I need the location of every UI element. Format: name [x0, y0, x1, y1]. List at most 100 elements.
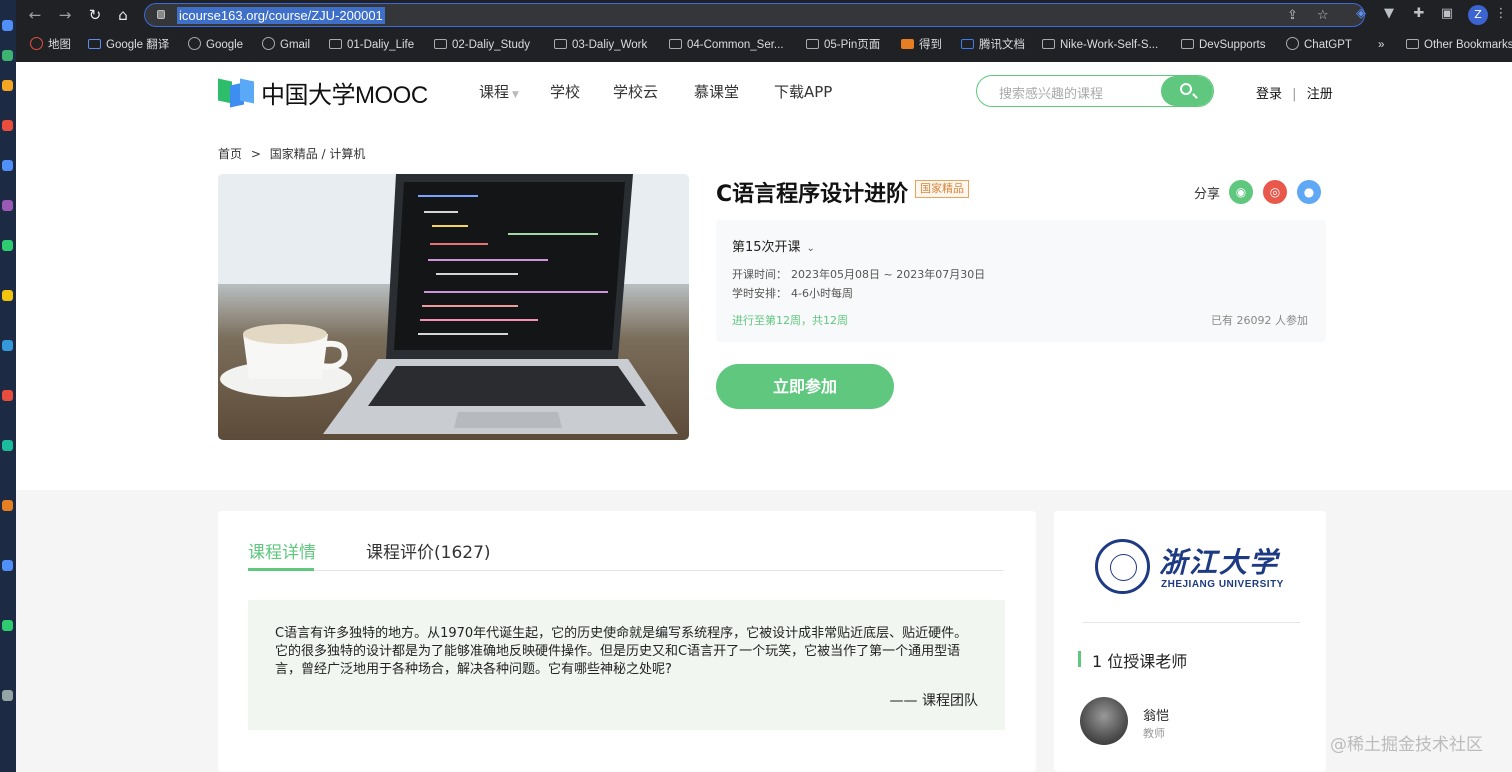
chatgpt-icon	[1286, 37, 1299, 50]
address-bar[interactable]: icourse163.org/course/ZJU-200001 ⇪ ☆	[144, 3, 1365, 27]
bookmark-folder[interactable]: Nike-Work-Self-S...	[1042, 36, 1158, 54]
participant-count: 已有 26092 人参加	[1211, 314, 1308, 327]
folder-icon	[1042, 39, 1055, 49]
bookmark-folder[interactable]: 03-Daliy_Work	[554, 36, 647, 54]
url-text[interactable]: icourse163.org/course/ZJU-200001	[177, 7, 385, 24]
bookmark-item[interactable]: Gmail	[262, 36, 310, 54]
tab-divider	[248, 570, 1004, 571]
bookmark-item[interactable]: 得到	[901, 36, 942, 54]
breadcrumb-path[interactable]: 国家精品 / 计算机	[270, 147, 366, 161]
description-text: C语言有许多独特的地方。从1970年代诞生起，它的历史使命就是编写系统程序，它被…	[275, 626, 968, 677]
folder-icon	[434, 39, 447, 49]
bookmark-folder[interactable]: 04-Common_Ser...	[669, 36, 784, 54]
nav-courses[interactable]: 课程 ▼	[479, 81, 519, 102]
forward-icon[interactable]: →	[54, 4, 76, 26]
search-icon	[1180, 83, 1192, 95]
bookmarks-bar: 地图 Google 翻译 Google Gmail 01-Daliy_Life …	[16, 32, 1512, 58]
tencent-docs-icon	[961, 39, 974, 49]
extensions-puzzle-icon[interactable]: ✚	[1410, 6, 1428, 21]
menu-icon[interactable]: ⋮	[1492, 6, 1510, 21]
bookmark-item[interactable]: 腾讯文档	[961, 36, 1025, 54]
section-marker	[1078, 651, 1081, 667]
auth-links: 登录 | 注册	[1256, 87, 1333, 102]
browser-toolbar: ← → ↻ ⌂ icourse163.org/course/ZJU-200001…	[16, 0, 1512, 30]
login-link[interactable]: 登录	[1256, 87, 1282, 102]
breadcrumb: 首页 > 国家精品 / 计算机	[218, 147, 366, 161]
qq-icon[interactable]: ●	[1297, 180, 1321, 204]
chevron-down-icon: ⌄	[806, 243, 815, 254]
bookmark-item[interactable]: ChatGPT	[1286, 36, 1352, 54]
teachers-heading: 1 位授课老师	[1092, 652, 1188, 671]
side-panel-icon[interactable]: ▣	[1438, 6, 1456, 21]
wechat-icon[interactable]: ◉	[1229, 180, 1253, 204]
teacher-avatar[interactable]	[1080, 697, 1128, 745]
share-page-icon[interactable]: ⇪	[1287, 8, 1298, 23]
browser-chrome: ← → ↻ ⌂ icourse163.org/course/ZJU-200001…	[16, 0, 1512, 62]
nav-download-app[interactable]: 下载APP	[774, 81, 832, 102]
folder-icon	[554, 39, 567, 49]
bookmark-folder[interactable]: 02-Daliy_Study	[434, 36, 530, 54]
extension-v-icon[interactable]: ▼	[1380, 6, 1398, 21]
profile-avatar[interactable]: Z	[1468, 5, 1488, 25]
school-name-en: ZHEJIANG UNIVERSITY	[1161, 579, 1284, 590]
zju-emblem-icon[interactable]	[1095, 539, 1150, 594]
course-title: C语言程序设计进阶	[716, 182, 909, 207]
bookmark-star-icon[interactable]: ☆	[1317, 8, 1329, 23]
bookmarks-overflow[interactable]: »	[1378, 36, 1384, 54]
mooc-logo-icon	[218, 78, 255, 108]
share-label: 分享	[1194, 187, 1221, 202]
term-selector[interactable]: 第15次开课 ⌄	[732, 236, 815, 255]
search-box[interactable]: 搜索感兴趣的课程	[976, 75, 1214, 107]
extension-layers-icon[interactable]: ◈	[1352, 6, 1370, 21]
logo-text: 中国大学MOOC	[261, 81, 428, 109]
folder-icon	[806, 39, 819, 49]
tab-course-reviews[interactable]: 课程评价(1627)	[366, 538, 491, 563]
register-link[interactable]: 注册	[1307, 87, 1333, 102]
nav-schools[interactable]: 学校	[550, 81, 580, 102]
course-dates: 开课时间： 2023年05月08日 ~ 2023年07月30日	[732, 268, 986, 281]
bookmark-item[interactable]: Google	[188, 36, 243, 54]
chevron-down-icon: ▼	[512, 90, 519, 100]
bookmark-item[interactable]: 地图	[30, 36, 71, 54]
bookmark-folder[interactable]: 05-Pin页面	[806, 36, 880, 54]
teacher-name[interactable]: 翁恺	[1143, 705, 1169, 724]
join-course-button[interactable]: 立即参加	[716, 364, 894, 409]
national-quality-badge: 国家精品	[915, 180, 969, 198]
bookmark-folder[interactable]: DevSupports	[1181, 36, 1265, 54]
divider	[1082, 622, 1300, 623]
course-progress: 进行至第12周，共12周	[732, 314, 848, 327]
course-description: C语言有许多独特的地方。从1970年代诞生起，它的历史使命就是编写系统程序，它被…	[248, 600, 1005, 730]
school-card: 浙江大学 ZHEJIANG UNIVERSITY 1 位授课老师 翁恺 教师	[1054, 511, 1326, 772]
nav-mooc-classroom[interactable]: 慕课堂	[694, 81, 739, 102]
description-signature: —— 课程团队	[889, 693, 978, 709]
folder-icon	[1181, 39, 1194, 49]
active-tab-indicator	[248, 568, 314, 571]
teacher-role: 教师	[1143, 727, 1165, 740]
weibo-icon[interactable]: ◎	[1263, 180, 1287, 204]
home-icon[interactable]: ⌂	[112, 4, 134, 26]
reload-icon[interactable]: ↻	[84, 4, 106, 26]
lock-icon	[157, 10, 165, 19]
other-bookmarks[interactable]: Other Bookmarks	[1406, 36, 1512, 54]
map-pin-icon	[30, 37, 43, 50]
page-content: 中国大学MOOC 课程 ▼ 学校 学校云 慕课堂 下载APP 搜索感兴趣的课程 登…	[16, 62, 1512, 772]
back-icon[interactable]: ←	[24, 4, 46, 26]
dedao-icon	[901, 39, 914, 49]
bookmark-item[interactable]: Google 翻译	[88, 36, 169, 54]
search-input[interactable]: 搜索感兴趣的课程	[999, 83, 1103, 102]
dock-strip	[0, 0, 16, 772]
watermark: @稀土掘金技术社区	[1330, 735, 1483, 755]
tab-course-details[interactable]: 课程详情	[248, 538, 316, 563]
folder-icon	[669, 39, 682, 49]
nav-school-cloud[interactable]: 学校云	[613, 81, 658, 102]
school-name-cn[interactable]: 浙江大学	[1159, 541, 1279, 581]
course-cover-image	[218, 174, 689, 440]
translate-icon	[88, 39, 101, 49]
folder-icon	[1406, 39, 1419, 49]
search-button[interactable]	[1161, 76, 1213, 106]
site-logo[interactable]: 中国大学MOOC	[218, 78, 428, 109]
gmail-icon	[262, 37, 275, 50]
bookmark-folder[interactable]: 01-Daliy_Life	[329, 36, 414, 54]
breadcrumb-home[interactable]: 首页	[218, 147, 242, 161]
folder-icon	[329, 39, 342, 49]
